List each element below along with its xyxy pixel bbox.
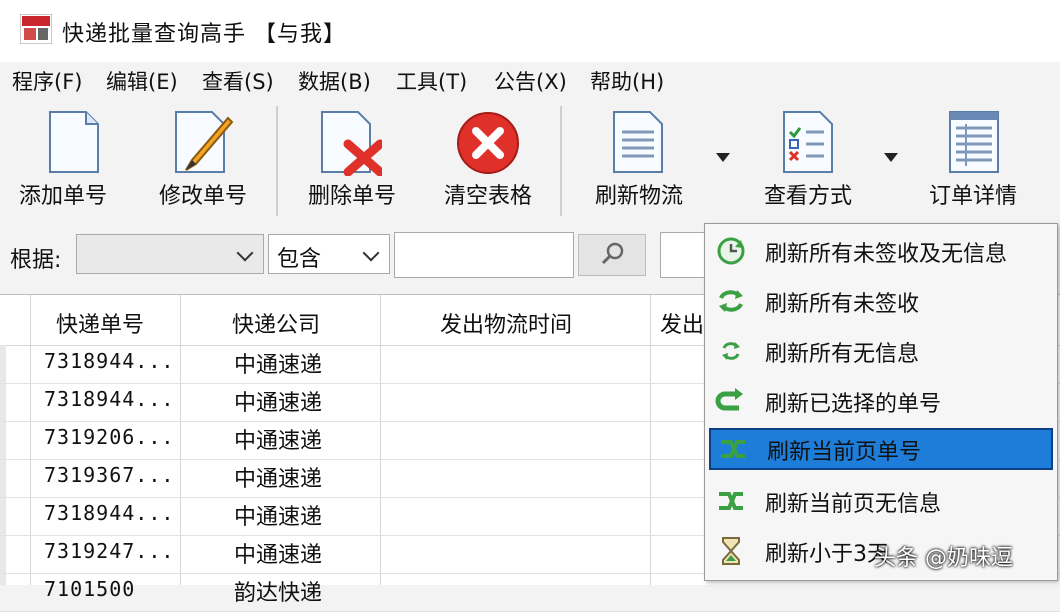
company-cell: 中通速递	[234, 505, 323, 530]
filter-field-select[interactable]	[76, 234, 264, 274]
tracking-number-cell: 7319367...	[44, 463, 175, 487]
refresh-arrows-icon	[719, 290, 743, 312]
company-cell: 中通速递	[234, 543, 323, 568]
menu-item-label: 刷新当前页无信息	[765, 492, 942, 517]
clear-table-label: 清空表格	[443, 184, 532, 209]
menu-item-label: 刷新所有未签收及无信息	[765, 242, 1008, 267]
tracking-number-cell: 7318944...	[44, 387, 175, 411]
refresh-small-icon	[722, 342, 740, 360]
app-logo-icon	[20, 14, 52, 44]
column-header-company[interactable]: 快递公司	[232, 307, 320, 339]
menu-item-refresh-current-page[interactable]: 刷新当前页单号	[709, 428, 1053, 470]
menu-item-refresh-current-page-empty[interactable]: 刷新当前页无信息	[709, 482, 1053, 520]
tracking-number-cell: 7319247...	[44, 539, 175, 563]
menu-help[interactable]: 帮助(H)	[590, 66, 664, 96]
refresh-logistics-label: 刷新物流	[594, 184, 683, 209]
menu-item-refresh-selected[interactable]: 刷新已选择的单号	[709, 382, 1053, 420]
menu-item-label: 刷新当前页单号	[767, 440, 922, 465]
company-cell: 中通速递	[234, 353, 323, 378]
match-mode-value: 包含	[277, 247, 322, 272]
menu-program[interactable]: 程序(F)	[12, 66, 82, 96]
menu-bar: 程序(F) 编辑(E) 查看(S) 数据(B) 工具(T) 公告(X) 帮助(H…	[0, 62, 1060, 98]
tracking-number-cell: 7318944...	[44, 501, 175, 525]
chevron-down-icon	[236, 244, 254, 262]
delete-number-button[interactable]: 删除单号	[296, 98, 408, 216]
tracking-number-cell: 7101500	[44, 577, 136, 601]
column-header-tracking-no[interactable]: 快递单号	[56, 307, 144, 339]
title-bar: 快递批量查询高手 【与我】	[0, 0, 1060, 62]
menu-item-refresh-unsigned-and-empty[interactable]: 刷新所有未签收及无信息	[709, 232, 1053, 270]
view-mode-label: 查看方式	[763, 184, 852, 209]
order-details-label: 订单详情	[928, 184, 1017, 209]
delete-document-icon	[321, 111, 382, 176]
match-mode-select[interactable]: 包含	[268, 234, 390, 274]
company-cell: 中通速递	[234, 467, 323, 492]
column-header-send[interactable]: 发出	[660, 307, 704, 339]
view-mode-dropdown-arrow[interactable]	[884, 153, 898, 162]
watermark: 头条 @奶味逗	[874, 546, 1013, 571]
search-button[interactable]	[578, 234, 646, 276]
menu-notice[interactable]: 公告(X)	[494, 66, 567, 96]
menu-item-label: 刷新所有无信息	[765, 342, 920, 367]
company-cell: 中通速递	[234, 391, 323, 416]
menu-data[interactable]: 数据(B)	[298, 66, 371, 96]
edit-number-button[interactable]: 修改单号	[148, 98, 258, 216]
company-cell: 中通速递	[234, 429, 323, 454]
tracking-number-cell: 7318944...	[44, 349, 175, 373]
clear-x-icon	[457, 112, 519, 174]
edit-pencil-icon	[175, 111, 234, 173]
window-title: 快递批量查询高手 【与我】	[62, 22, 346, 47]
refresh-clock-icon	[717, 237, 745, 265]
document-icon	[49, 111, 99, 173]
refresh-dropdown-arrow[interactable]	[716, 153, 730, 162]
menu-item-refresh-empty[interactable]: 刷新所有无信息	[709, 332, 1053, 370]
details-sheet-icon	[949, 111, 999, 173]
add-number-button[interactable]: 添加单号	[8, 98, 118, 216]
column-header-send-time[interactable]: 发出物流时间	[440, 307, 572, 339]
tracking-number-cell: 7319206...	[44, 425, 175, 449]
add-number-label: 添加单号	[18, 184, 107, 209]
company-cell: 韵达快递	[234, 581, 323, 606]
menu-item-label: 刷新已选择的单号	[765, 392, 942, 417]
filter-label: 根据:	[10, 248, 62, 273]
delete-number-label: 删除单号	[307, 184, 396, 209]
menu-edit[interactable]: 编辑(E)	[106, 66, 178, 96]
order-details-button[interactable]: 订单详情	[920, 98, 1026, 216]
clear-table-button[interactable]: 清空表格	[430, 98, 546, 216]
view-mode-button[interactable]: 查看方式	[752, 98, 864, 216]
refresh-dropdown-menu: 刷新所有未签收及无信息 刷新所有未签收 刷新所有无信息 刷新已选择的单号 刷新当…	[704, 223, 1058, 581]
refresh-logistics-button[interactable]: 刷新物流	[582, 98, 696, 216]
edit-number-label: 修改单号	[158, 184, 247, 209]
toolbar-separator	[276, 106, 278, 216]
menu-view[interactable]: 查看(S)	[202, 66, 274, 96]
menu-item-label: 刷新所有未签收	[765, 292, 920, 317]
search-input[interactable]	[394, 232, 574, 278]
hourglass-icon	[722, 537, 740, 565]
menu-item-label: 刷新小于3天	[765, 542, 889, 567]
refresh-selected-icon	[715, 388, 743, 411]
menu-item-refresh-unsigned[interactable]: 刷新所有未签收	[709, 282, 1053, 320]
checklist-icon	[783, 111, 833, 173]
toolbar: 添加单号 修改单号 删除单号 清空表格 刷新物流 查看方式 订单详情	[0, 98, 1060, 220]
chevron-down-icon	[362, 244, 380, 262]
list-document-icon	[613, 111, 663, 173]
refresh-page-empty-icon	[719, 492, 743, 510]
refresh-page-icon	[721, 440, 745, 458]
menu-tools[interactable]: 工具(T)	[396, 66, 467, 96]
toolbar-separator	[560, 106, 562, 216]
search-icon	[601, 242, 624, 265]
